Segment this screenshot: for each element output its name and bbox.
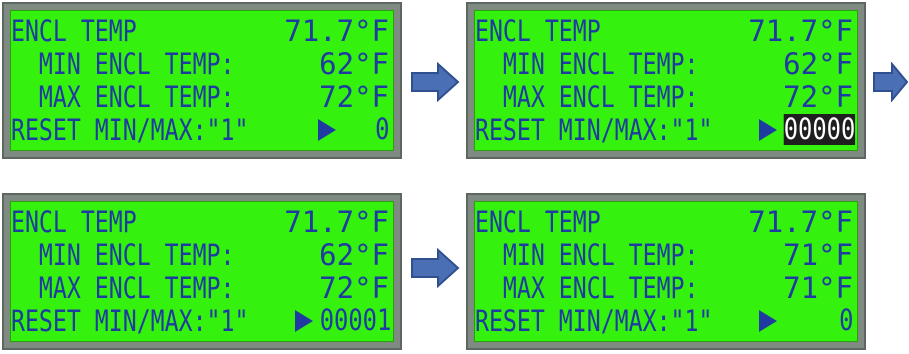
lcd-line-max-temp: MAX ENCL TEMP: 71°F	[475, 272, 857, 305]
min-temp-label: MIN ENCL TEMP:	[475, 47, 699, 81]
max-temp-label: MAX ENCL TEMP:	[11, 271, 235, 305]
reset-entry-field[interactable]: 00001	[319, 305, 391, 336]
min-temp-value: 71°F	[783, 238, 853, 272]
max-temp-label: MAX ENCL TEMP:	[11, 80, 235, 114]
lcd-screen-3: ENCL TEMP 71.7°F MIN ENCL TEMP: 62°F MAX…	[10, 201, 394, 342]
lcd-panel-1: ENCL TEMP 71.7°F MIN ENCL TEMP: 62°F MAX…	[2, 2, 402, 159]
lcd-line-max-temp: MAX ENCL TEMP: 72°F	[475, 81, 857, 114]
max-temp-value: 72°F	[319, 271, 389, 305]
right-arrow-icon	[411, 248, 460, 288]
lcd-screen-1: ENCL TEMP 71.7°F MIN ENCL TEMP: 62°F MAX…	[10, 10, 394, 151]
reset-label: RESET MIN/MAX:"1"	[475, 113, 713, 147]
max-temp-label: MAX ENCL TEMP:	[475, 80, 699, 114]
lcd-line-encl-temp: ENCL TEMP 71.7°F	[11, 206, 393, 239]
lcd-screen-4: ENCL TEMP 71.7°F MIN ENCL TEMP: 71°F MAX…	[474, 201, 858, 342]
lcd-line-min-temp: MIN ENCL TEMP: 62°F	[11, 239, 393, 272]
play-triangle-icon	[759, 119, 777, 141]
encl-temp-label: ENCL TEMP	[475, 205, 601, 239]
lcd-line-max-temp: MAX ENCL TEMP: 72°F	[11, 81, 393, 114]
lcd-line-encl-temp: ENCL TEMP 71.7°F	[11, 15, 393, 48]
lcd-line-reset: RESET MIN/MAX:"1" 00001	[11, 305, 393, 338]
lcd-line-min-temp: MIN ENCL TEMP: 62°F	[475, 48, 857, 81]
encl-temp-value: 71.7°F	[284, 14, 389, 48]
encl-temp-value: 71.7°F	[748, 14, 853, 48]
min-temp-value: 62°F	[319, 238, 389, 272]
lcd-panel-2: ENCL TEMP 71.7°F MIN ENCL TEMP: 62°F MAX…	[466, 2, 866, 159]
right-arrow-icon	[873, 62, 908, 102]
reset-label: RESET MIN/MAX:"1"	[11, 304, 249, 338]
encl-temp-value: 71.7°F	[284, 205, 389, 239]
min-temp-value: 62°F	[783, 47, 853, 81]
min-temp-label: MIN ENCL TEMP:	[475, 238, 699, 272]
encl-temp-label: ENCL TEMP	[11, 14, 137, 48]
reset-entry-field[interactable]: 00000	[783, 114, 855, 145]
lcd-panel-4: ENCL TEMP 71.7°F MIN ENCL TEMP: 71°F MAX…	[466, 193, 866, 350]
lcd-line-min-temp: MIN ENCL TEMP: 62°F	[11, 48, 393, 81]
play-triangle-icon	[318, 119, 336, 141]
right-arrow-icon	[411, 62, 460, 102]
lcd-line-encl-temp: ENCL TEMP 71.7°F	[475, 15, 857, 48]
lcd-line-encl-temp: ENCL TEMP 71.7°F	[475, 206, 857, 239]
lcd-line-max-temp: MAX ENCL TEMP: 72°F	[11, 272, 393, 305]
reset-entry-field[interactable]: 0	[375, 114, 389, 145]
max-temp-value: 72°F	[783, 80, 853, 114]
lcd-panel-3: ENCL TEMP 71.7°F MIN ENCL TEMP: 62°F MAX…	[2, 193, 402, 350]
lcd-line-reset: RESET MIN/MAX:"1" 0	[11, 114, 393, 147]
max-temp-label: MAX ENCL TEMP:	[475, 271, 699, 305]
play-triangle-icon	[295, 310, 313, 332]
max-temp-value: 71°F	[783, 271, 853, 305]
min-temp-value: 62°F	[319, 47, 389, 81]
encl-temp-label: ENCL TEMP	[475, 14, 601, 48]
reset-entry-field[interactable]: 0	[839, 305, 853, 336]
reset-label: RESET MIN/MAX:"1"	[11, 113, 249, 147]
reset-label: RESET MIN/MAX:"1"	[475, 304, 713, 338]
min-temp-label: MIN ENCL TEMP:	[11, 47, 235, 81]
encl-temp-value: 71.7°F	[748, 205, 853, 239]
play-triangle-icon	[759, 310, 777, 332]
min-temp-label: MIN ENCL TEMP:	[11, 238, 235, 272]
lcd-line-reset: RESET MIN/MAX:"1" 00000	[475, 114, 857, 147]
lcd-line-min-temp: MIN ENCL TEMP: 71°F	[475, 239, 857, 272]
max-temp-value: 72°F	[319, 80, 389, 114]
lcd-screen-2: ENCL TEMP 71.7°F MIN ENCL TEMP: 62°F MAX…	[474, 10, 858, 151]
encl-temp-label: ENCL TEMP	[11, 205, 137, 239]
lcd-line-reset: RESET MIN/MAX:"1" 0	[475, 305, 857, 338]
